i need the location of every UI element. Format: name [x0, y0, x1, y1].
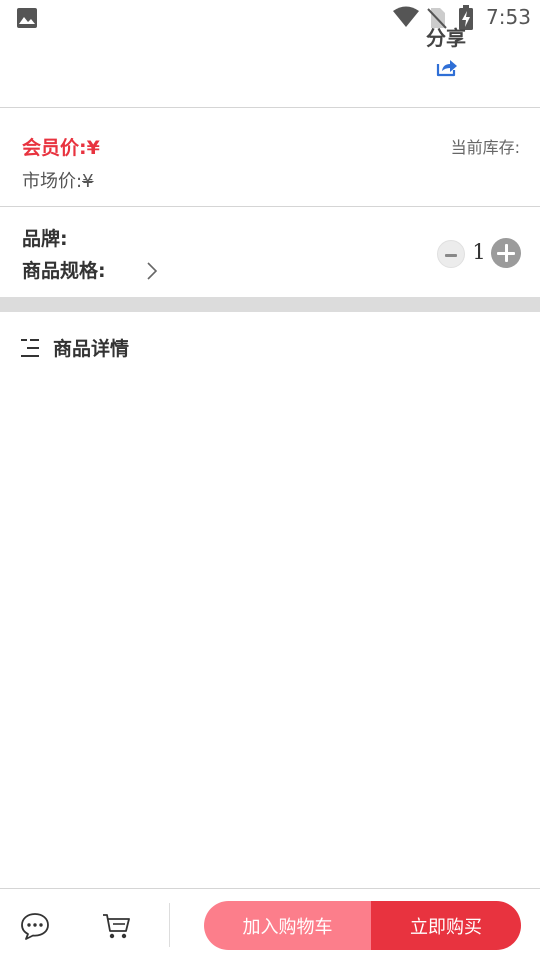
- photo-icon: [17, 8, 37, 28]
- bottom-action-bar: 加入购物车 立即购买: [0, 888, 540, 960]
- member-price-label: 会员价:: [22, 137, 87, 159]
- member-price-value: ¥: [86, 137, 100, 159]
- shopping-cart-icon[interactable]: [101, 911, 131, 941]
- share-label[interactable]: 分享: [426, 22, 466, 51]
- product-details-title: 商品详情: [53, 338, 130, 360]
- header-divider: [0, 107, 540, 108]
- section-separator: [0, 297, 540, 312]
- status-time: 7:53: [486, 5, 531, 29]
- chat-bubble-icon[interactable]: [20, 911, 50, 941]
- market-price: 市场价:¥: [22, 167, 94, 193]
- chevron-right-icon: [147, 262, 158, 280]
- market-price-value: ¥: [82, 171, 94, 192]
- spec-label: 商品规格:: [22, 260, 106, 282]
- stock-label: 当前库存:: [450, 138, 520, 157]
- quantity-decrease-button[interactable]: [437, 240, 465, 268]
- member-price: 会员价:¥: [22, 133, 100, 160]
- list-menu-icon: [21, 339, 39, 357]
- quantity-increase-button[interactable]: [491, 238, 521, 268]
- buy-now-button[interactable]: 立即购买: [371, 901, 521, 950]
- bottom-bar-separator: [169, 903, 170, 947]
- brand-label: 品牌:: [22, 228, 68, 250]
- add-to-cart-button[interactable]: 加入购物车: [204, 901, 371, 950]
- wifi-icon: [393, 6, 419, 27]
- quantity-value: 1: [472, 240, 486, 264]
- share-arrow-icon[interactable]: [436, 56, 458, 78]
- spec-selector[interactable]: 商品规格:: [22, 256, 172, 284]
- price-divider: [0, 206, 540, 207]
- minus-icon: [445, 254, 457, 257]
- market-price-label: 市场价:: [22, 171, 83, 192]
